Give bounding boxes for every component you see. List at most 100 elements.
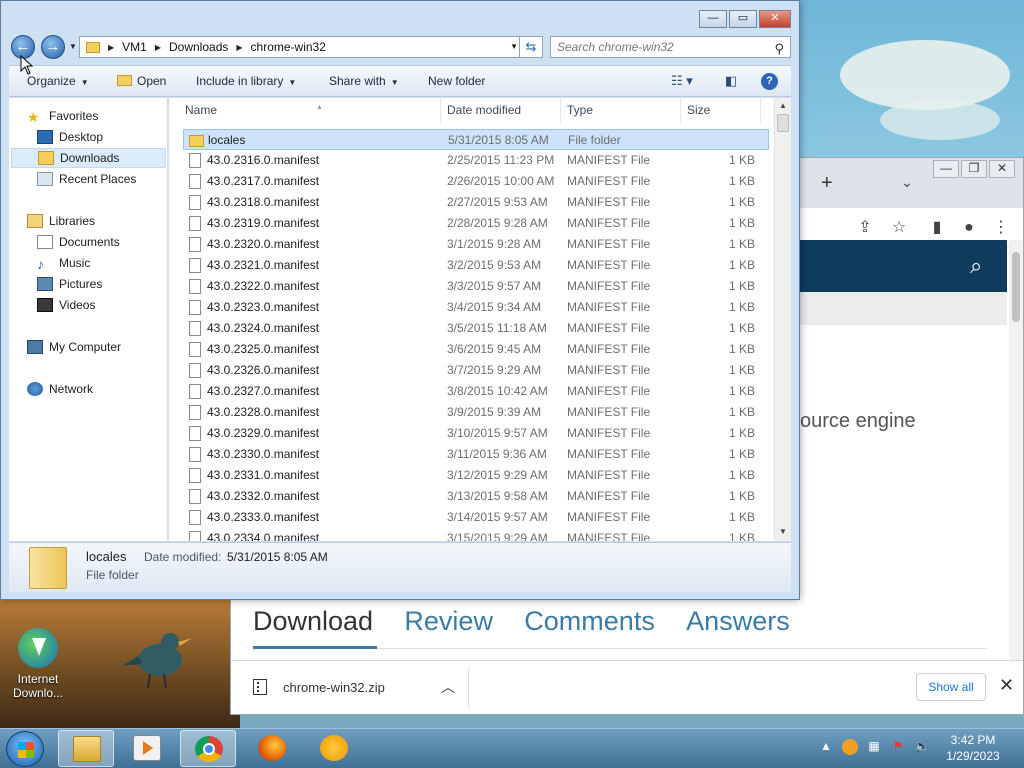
more-icon[interactable]: ⋮ (991, 218, 1011, 238)
maximize-button[interactable]: ▭ (729, 10, 757, 28)
tab-answers[interactable]: Answers (686, 606, 790, 637)
column-name[interactable]: Name ▲ (179, 98, 441, 123)
file-row[interactable]: 43.0.2324.0.manifest 3/5/2015 11:18 AM MAN… (183, 318, 769, 339)
action-center-icon[interactable]: ⚑ (890, 739, 906, 755)
taskbar-explorer[interactable] (58, 730, 114, 767)
start-button[interactable] (6, 731, 44, 767)
profile-icon[interactable]: ● (959, 218, 979, 238)
cell-size: 1 KB (729, 216, 756, 230)
scroll-up-icon[interactable]: ▲ (779, 101, 787, 110)
close-icon[interactable]: ✕ (989, 160, 1015, 178)
download-filename: chrome-win32.zip (283, 679, 385, 695)
file-row[interactable]: 43.0.2334.0.manifest 3/15/2015 9:29 AM MAN… (183, 528, 769, 541)
close-icon[interactable]: ✕ (999, 675, 1014, 696)
nav-pictures[interactable]: Pictures (37, 274, 102, 294)
breadcrumb-chrome-win32[interactable]: chrome-win32 (251, 40, 326, 54)
nav-libraries[interactable]: Libraries (27, 211, 95, 231)
cell-size: 1 KB (729, 363, 756, 377)
column-date[interactable]: Date modified (441, 98, 561, 123)
tab-comments[interactable]: Comments (524, 606, 655, 637)
file-row[interactable]: 43.0.2327.0.manifest 3/8/2015 10:42 AM MAN… (183, 381, 769, 402)
desktop-icon-internet-download[interactable]: Internet Downlo... (8, 628, 68, 700)
search-input[interactable]: Search chrome-win32 ⚲ (550, 36, 791, 58)
download-item[interactable]: chrome-win32.zip (253, 679, 385, 695)
file-row[interactable]: 43.0.2330.0.manifest 3/11/2015 9:36 AM MAN… (183, 444, 769, 465)
nav-recent-places[interactable]: Recent Places (37, 169, 136, 189)
clock-date: 1/29/2023 (946, 749, 1000, 763)
maximize-icon[interactable]: ❐ (961, 160, 987, 178)
tray-expand-icon[interactable]: ▲ (818, 739, 834, 755)
column-type[interactable]: Type (561, 98, 681, 123)
taskbar-app[interactable] (306, 730, 362, 767)
file-row[interactable]: 43.0.2333.0.manifest 3/14/2015 9:57 AM MAN… (183, 507, 769, 528)
star-icon[interactable]: ☆ (889, 218, 909, 238)
file-list-scrollbar[interactable]: ▲ ▼ (774, 98, 791, 541)
nav-videos[interactable]: Videos (37, 295, 95, 315)
sidepanel-icon[interactable]: ▮ (927, 218, 947, 238)
search-icon: ⚲ (774, 41, 784, 56)
address-bar[interactable]: ▶ VM1 ▶ Downloads ▶ chrome-win32 ▼ (79, 36, 525, 58)
open-button[interactable]: Open (117, 74, 166, 88)
tab-download[interactable]: Download (253, 606, 373, 637)
nav-favorites[interactable]: ★ Favorites (27, 106, 98, 126)
breadcrumb-downloads[interactable]: Downloads (169, 40, 228, 54)
file-row[interactable]: 43.0.2323.0.manifest 3/4/2015 9:34 AM MANI… (183, 297, 769, 318)
history-dropdown-icon[interactable]: ▼ (69, 42, 77, 51)
cell-type: File folder (568, 133, 621, 147)
column-size[interactable]: Size (681, 98, 761, 123)
taskbar-chrome[interactable] (180, 730, 236, 767)
nav-music[interactable]: ♪ Music (37, 253, 90, 273)
clock[interactable]: 3:42 PM 1/29/2023 (940, 732, 1006, 764)
tab-review[interactable]: Review (404, 606, 493, 637)
file-row[interactable]: 43.0.2328.0.manifest 3/9/2015 9:39 AM MANI… (183, 402, 769, 423)
refresh-icon[interactable]: ⇆ (519, 36, 543, 58)
preview-pane-icon[interactable]: ◧ (725, 73, 737, 89)
scroll-down-icon[interactable]: ▼ (779, 527, 787, 536)
minimize-button[interactable]: — (699, 10, 727, 28)
nav-downloads[interactable]: Downloads (11, 148, 166, 168)
share-icon[interactable]: ⇪ (855, 218, 875, 238)
file-row[interactable]: 43.0.2316.0.manifest 2/25/2015 11:23 PM MA… (183, 150, 769, 171)
nav-network[interactable]: Network (27, 379, 93, 399)
chevron-down-icon[interactable]: ⌄ (901, 174, 913, 191)
scroll-thumb[interactable] (777, 114, 789, 132)
share-with-button[interactable]: Share with ▼ (329, 74, 399, 88)
cell-date: 3/10/2015 9:57 AM (447, 426, 548, 440)
show-all-button[interactable]: Show all (916, 673, 986, 701)
close-button[interactable]: ✕ (759, 10, 791, 28)
chevron-up-icon[interactable]: ︿ (441, 677, 455, 697)
file-row[interactable]: 43.0.2325.0.manifest 3/6/2015 9:45 AM MANI… (183, 339, 769, 360)
taskbar-firefox[interactable] (244, 730, 300, 767)
file-row[interactable]: 43.0.2332.0.manifest 3/13/2015 9:58 AM MAN… (183, 486, 769, 507)
tray-app-icon[interactable] (842, 739, 858, 755)
file-row[interactable]: 43.0.2318.0.manifest 2/27/2015 9:53 AM MAN… (183, 192, 769, 213)
volume-icon[interactable]: 🔈 (914, 739, 930, 755)
folder-row-locales[interactable]: locales 5/31/2015 8:05 AM File folder (183, 129, 769, 150)
help-icon[interactable]: ? (761, 73, 778, 90)
taskbar-media-player[interactable] (119, 730, 175, 767)
include-in-library-button[interactable]: Include in library ▼ (196, 74, 296, 88)
file-row[interactable]: 43.0.2322.0.manifest 3/3/2015 9:57 AM MANI… (183, 276, 769, 297)
file-row[interactable]: 43.0.2329.0.manifest 3/10/2015 9:57 AM MAN… (183, 423, 769, 444)
new-folder-button[interactable]: New folder (428, 74, 485, 88)
new-tab-icon[interactable]: + (821, 172, 833, 195)
file-row[interactable]: 43.0.2326.0.manifest 3/7/2015 9:29 AM MANI… (183, 360, 769, 381)
file-row[interactable]: 43.0.2321.0.manifest 3/2/2015 9:53 AM MANI… (183, 255, 769, 276)
nav-my-computer[interactable]: My Computer (27, 337, 121, 357)
minimize-icon[interactable]: — (933, 160, 959, 178)
cell-name: 43.0.2324.0.manifest (207, 321, 320, 335)
nav-documents[interactable]: Documents (37, 232, 120, 252)
nav-desktop[interactable]: Desktop (37, 127, 103, 147)
network-status-icon[interactable]: ▦ (866, 739, 882, 755)
address-dropdown-icon[interactable]: ▼ (510, 42, 518, 51)
page-scrollbar[interactable] (1009, 240, 1023, 660)
forward-icon[interactable]: → (41, 35, 65, 59)
search-icon[interactable]: ⌕ (970, 254, 994, 278)
organize-button[interactable]: Organize ▼ (27, 74, 89, 88)
view-options-icon[interactable]: ☷ ▾ (671, 73, 693, 89)
file-row[interactable]: 43.0.2331.0.manifest 3/12/2015 9:29 AM MAN… (183, 465, 769, 486)
file-row[interactable]: 43.0.2317.0.manifest 2/26/2015 10:00 AM MA… (183, 171, 769, 192)
file-row[interactable]: 43.0.2320.0.manifest 3/1/2015 9:28 AM MANI… (183, 234, 769, 255)
breadcrumb-vm1[interactable]: VM1 (122, 40, 147, 54)
file-row[interactable]: 43.0.2319.0.manifest 2/28/2015 9:28 AM MAN… (183, 213, 769, 234)
